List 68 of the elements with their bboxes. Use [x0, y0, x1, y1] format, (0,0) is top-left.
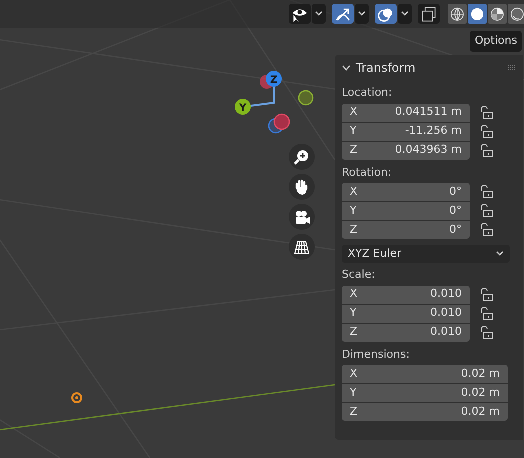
- rendered-shading-button[interactable]: [508, 4, 524, 24]
- number-field[interactable]: X 0°: [342, 183, 470, 201]
- number-field[interactable]: Z 0.043963 m: [342, 142, 470, 160]
- lock-toggle[interactable]: [480, 223, 494, 237]
- axis-gizmo-drawing[interactable]: [235, 71, 314, 134]
- material-sphere-icon: [490, 6, 505, 22]
- gizmo-toggle[interactable]: [332, 4, 354, 24]
- caret-icon: [401, 11, 409, 17]
- zoom-icon: [293, 148, 311, 166]
- lock-toggle[interactable]: [480, 144, 494, 158]
- wireframe-sphere-icon: [450, 6, 465, 22]
- section-label: Location:: [342, 85, 392, 101]
- dropdown-button[interactable]: [355, 4, 369, 24]
- overlapping-circles-icon: [377, 6, 395, 22]
- chevron-icon: [342, 65, 351, 71]
- lock-toggle[interactable]: [480, 185, 494, 199]
- unlocked-padlock-icon: [480, 223, 494, 237]
- number-field[interactable]: Y 0.02 m: [342, 384, 508, 402]
- rotation-mode-dropdown[interactable]: XYZ Euler: [342, 245, 510, 263]
- caret-icon: [496, 251, 504, 257]
- axis-label: Y: [239, 103, 247, 114]
- camera-icon: [293, 208, 311, 226]
- lock-toggle[interactable]: [480, 124, 494, 138]
- axis-label: Z: [270, 75, 278, 86]
- caret-icon: [315, 11, 323, 17]
- number-field[interactable]: X 0.041511 m: [342, 104, 470, 122]
- lock-toggle[interactable]: [480, 306, 494, 320]
- dropdown-button[interactable]: [398, 4, 412, 24]
- dropdown-button[interactable]: [312, 4, 326, 24]
- lock-toggle[interactable]: [480, 106, 494, 120]
- visibility-toggle[interactable]: [289, 4, 311, 24]
- number-field[interactable]: Z 0°: [342, 221, 470, 239]
- lock-toggle[interactable]: [480, 204, 494, 218]
- material-shading-button[interactable]: [488, 4, 507, 24]
- number-field[interactable]: Z 0.010: [342, 324, 470, 342]
- unlocked-padlock-icon: [480, 185, 494, 199]
- unlocked-padlock-icon: [480, 326, 494, 340]
- xray-toggle[interactable]: [418, 4, 440, 24]
- solid-sphere-icon: [470, 6, 485, 22]
- number-field[interactable]: X 0.02 m: [342, 365, 508, 383]
- wireframe-shading-button[interactable]: [448, 4, 467, 24]
- arrow-icon: [334, 6, 352, 22]
- overlays-toggle[interactable]: [375, 4, 397, 24]
- drag-handle-icon: [507, 65, 517, 71]
- section-label: Dimensions:: [342, 346, 410, 362]
- number-field[interactable]: Y 0°: [342, 202, 470, 220]
- number-field[interactable]: X 0.010: [342, 286, 470, 304]
- caret-icon: [358, 11, 366, 17]
- origin-marker-icon: [72, 392, 82, 404]
- rendered-sphere-icon: [510, 6, 524, 22]
- solid-shading-button[interactable]: [468, 4, 487, 24]
- unlocked-padlock-icon: [480, 288, 494, 302]
- number-field[interactable]: Z 0.02 m: [342, 403, 508, 421]
- unlocked-padlock-icon: [480, 124, 494, 138]
- unlocked-padlock-icon: [480, 144, 494, 158]
- unlocked-padlock-icon: [480, 306, 494, 320]
- section-label: Rotation:: [342, 164, 392, 180]
- lock-toggle[interactable]: [480, 288, 494, 302]
- panel-header[interactable]: Transform: [342, 55, 517, 81]
- options-tooltip: Options: [470, 31, 522, 52]
- section-label: Scale:: [342, 267, 376, 283]
- lock-toggle[interactable]: [480, 326, 494, 340]
- unlocked-padlock-icon: [480, 204, 494, 218]
- number-field[interactable]: Y -11.256 m: [342, 122, 470, 140]
- grid-icon: [293, 238, 311, 256]
- number-field[interactable]: Y 0.010: [342, 304, 470, 322]
- squares-icon: [420, 6, 438, 22]
- unlocked-padlock-icon: [480, 106, 494, 120]
